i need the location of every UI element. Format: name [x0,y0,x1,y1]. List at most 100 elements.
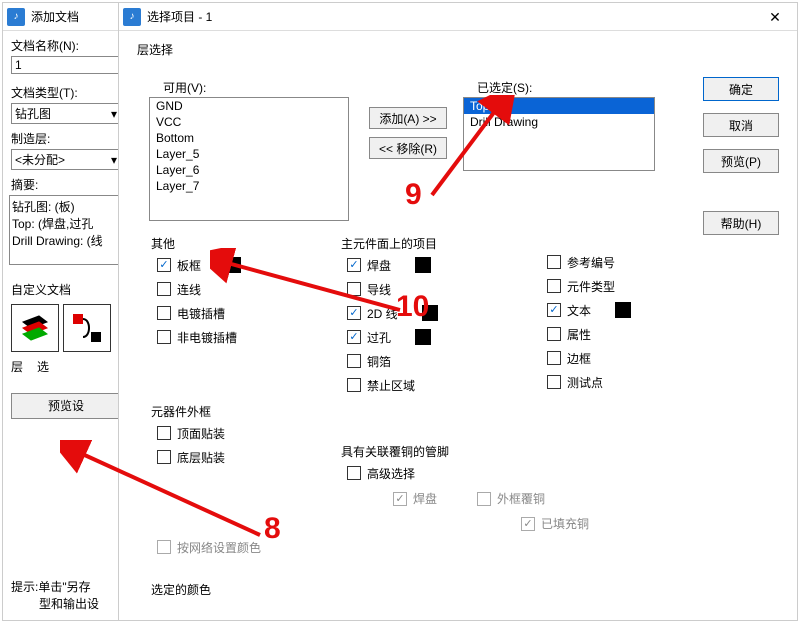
window-title: 添加文档 [31,8,127,25]
top-mount-checkbox[interactable] [157,426,171,440]
pad-label: 焊盘 [367,257,391,274]
via-label: 过孔 [367,329,391,346]
testpt-label: 测试点 [567,374,603,391]
doc-type-combo[interactable]: 钻孔图 ▾ [11,103,121,124]
selected-list[interactable]: Top Drill Drawing [463,97,655,171]
sel-btn-label: 选 [37,358,49,375]
via-checkbox[interactable] [347,330,361,344]
list-item[interactable]: Top [464,98,654,114]
selcolor-group: 选定的颜色 [151,581,643,598]
netcolor-checkbox [157,540,171,554]
app-icon: ♪ [7,8,25,26]
add-button[interactable]: 添加(A) >> [369,107,447,129]
layer-color-button[interactable] [63,304,111,352]
list-item[interactable]: GND [150,98,348,114]
doc-type-label: 文档类型(T): [11,84,123,101]
close-button[interactable]: ✕ [757,4,793,30]
color-swatch[interactable] [415,329,431,345]
mfg-layer-label: 制造层: [11,130,123,147]
bot-mount-checkbox[interactable] [157,450,171,464]
border-checkbox[interactable] [547,351,561,365]
remove-button[interactable]: << 移除(R) [369,137,447,159]
custom-doc-label: 自定义文档 [11,281,123,298]
list-item[interactable]: Drill Drawing [464,114,654,130]
mfg-layer-value: <未分配> [15,151,65,168]
available-list[interactable]: GND VCC Bottom Layer_5 Layer_6 Layer_7 [149,97,349,221]
attr-checkbox[interactable] [547,327,561,341]
connect-checkbox[interactable] [157,282,171,296]
bot-mount-label: 底层贴装 [177,449,225,466]
assoc-group: 具有关联覆铜的管脚 [341,443,683,460]
filled-cu-label: 已填充铜 [541,515,589,532]
board-frame-checkbox[interactable] [157,258,171,272]
chevron-down-icon: ▾ [111,107,117,121]
keepout-label: 禁止区域 [367,377,415,394]
layer-color-icon [67,308,107,348]
list-item[interactable]: Layer_7 [150,178,348,194]
attr-label: 属性 [567,326,591,343]
layer-stack-icon [15,308,55,348]
summary-label: 摘要: [11,176,123,193]
doc-type-value: 钻孔图 [15,105,51,122]
titlebar: ♪ 添加文档 [3,3,131,31]
ok-button[interactable]: 确定 [703,77,779,101]
testpt-checkbox[interactable] [547,375,561,389]
adv-label: 高级选择 [367,465,415,482]
color-swatch[interactable] [415,257,431,273]
copper-checkbox[interactable] [347,354,361,368]
mfg-layer-combo[interactable]: <未分配> ▾ [11,149,121,170]
add-doc-window: ♪ 添加文档 文档名称(N): 文档类型(T): 钻孔图 ▾ 制造层: <未分配… [2,2,132,621]
wire-checkbox[interactable] [347,282,361,296]
layer-btn-label: 层 [11,358,23,375]
plated-slot-checkbox[interactable] [157,306,171,320]
text-label: 文本 [567,302,591,319]
preview-button[interactable]: 预览(P) [703,149,779,173]
color-swatch[interactable] [225,257,241,273]
selected-label: 已选定(S): [477,79,532,96]
summary-line: 钻孔图: (板) [12,198,134,215]
refdes-label: 参考编号 [567,254,615,271]
other-group: 其他 [151,235,323,252]
text-checkbox[interactable] [547,303,561,317]
layer-stack-button[interactable] [11,304,59,352]
list-item[interactable]: Bottom [150,130,348,146]
window-title: 选择项目 - 1 [147,8,757,25]
outer-cu-checkbox [477,492,491,506]
summary-line: Drill Drawing: (线 [12,232,134,249]
chevron-down-icon: ▾ [111,153,117,167]
refdes-checkbox[interactable] [547,255,561,269]
doc-name-input[interactable] [11,56,121,74]
border-label: 边框 [567,350,591,367]
comptype-label: 元件类型 [567,278,615,295]
wire-label: 导线 [367,281,391,298]
pad-checkbox[interactable] [347,258,361,272]
filled-cu-checkbox [521,517,535,531]
netcolor-label: 按网络设置颜色 [177,539,261,556]
available-label: 可用(V): [163,79,206,96]
list-item[interactable]: VCC [150,114,348,130]
color-swatch[interactable] [615,302,631,318]
outer-cu-label: 外框覆铜 [497,490,545,507]
color-swatch[interactable] [422,305,438,321]
doc-name-label: 文档名称(N): [11,37,123,54]
preview-settings-button[interactable]: 预览设 [11,393,121,419]
copper-label: 铜箔 [367,353,391,370]
comptype-checkbox[interactable] [547,279,561,293]
select-item-window: ♪ 选择项目 - 1 ✕ 层选择 可用(V): GND VCC Bottom L… [118,2,798,621]
titlebar: ♪ 选择项目 - 1 ✕ [119,3,797,31]
nonplated-slot-checkbox[interactable] [157,330,171,344]
summary-line: Top: (焊盘,过孔 [12,215,134,232]
adv-checkbox[interactable] [347,466,361,480]
line2d-label: 2D 线 [367,305,398,322]
list-item[interactable]: Layer_6 [150,162,348,178]
list-item[interactable]: Layer_5 [150,146,348,162]
layer-select-group: 层选择 [137,41,787,58]
line2d-checkbox[interactable] [347,306,361,320]
app-icon: ♪ [123,8,141,26]
help-button[interactable]: 帮助(H) [703,211,779,235]
cancel-button[interactable]: 取消 [703,113,779,137]
connect-label: 连线 [177,281,201,298]
keepout-checkbox[interactable] [347,378,361,392]
assoc-pad-checkbox [393,492,407,506]
plated-slot-label: 电镀插槽 [177,305,225,322]
